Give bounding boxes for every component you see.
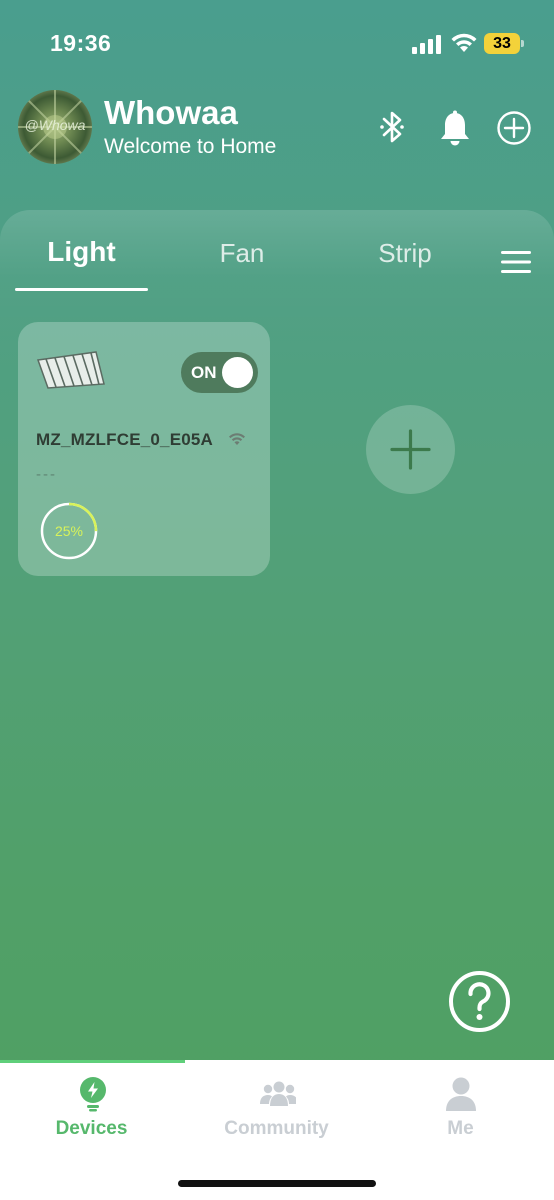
avatar-watermark: @Whowa — [24, 117, 86, 133]
wifi-icon — [451, 33, 477, 52]
bell-icon[interactable] — [438, 110, 472, 148]
battery-indicator: 33 — [484, 33, 524, 54]
tabbar-label-devices: Devices — [55, 1118, 128, 1139]
tab-fan[interactable]: Fan — [192, 238, 292, 269]
plus-icon — [390, 429, 431, 470]
toggle-label: ON — [191, 363, 217, 382]
status-time: 19:36 — [50, 30, 112, 56]
battery-tip — [521, 40, 524, 47]
home-indicator — [178, 1180, 376, 1187]
bluetooth-icon[interactable] — [378, 110, 406, 144]
tabbar-item-devices[interactable]: Devices — [0, 1060, 185, 1160]
device-wifi-icon — [229, 433, 245, 445]
lightbulb-bolt-icon — [80, 1077, 106, 1112]
add-device-button[interactable] — [366, 405, 455, 494]
cellular-signal-icon — [412, 35, 441, 54]
active-tab-indicator — [15, 288, 148, 291]
tabbar-label-me: Me — [447, 1118, 474, 1139]
home-avatar[interactable]: @Whowa — [18, 90, 92, 164]
menu-icon[interactable] — [500, 248, 532, 276]
toggle-knob — [222, 357, 253, 388]
power-toggle[interactable]: ON — [181, 352, 258, 393]
tabbar-item-me[interactable]: Me — [368, 1060, 553, 1160]
tab-strip[interactable]: Strip — [355, 238, 455, 269]
device-name: MZ_MZLFCE_0_E05A — [36, 430, 214, 449]
tabbar-label-community: Community — [224, 1118, 329, 1139]
home-title: Whowaa — [104, 94, 238, 131]
tabbar-item-community[interactable]: Community — [184, 1060, 369, 1160]
device-status: --- — [36, 466, 57, 483]
help-icon[interactable] — [448, 970, 511, 1033]
tab-light[interactable]: Light — [15, 236, 148, 268]
brightness-value: 25% — [54, 523, 84, 539]
grow-light-icon — [36, 351, 105, 389]
home-subtitle: Welcome to Home — [104, 135, 277, 158]
add-circle-icon[interactable] — [496, 110, 532, 146]
person-icon — [446, 1077, 476, 1111]
battery-level: 33 — [493, 35, 511, 52]
people-icon — [260, 1081, 296, 1106]
bottom-tab-bar: Devices Community Me — [0, 1060, 554, 1200]
status-bar: 19:36 33 — [0, 0, 554, 88]
